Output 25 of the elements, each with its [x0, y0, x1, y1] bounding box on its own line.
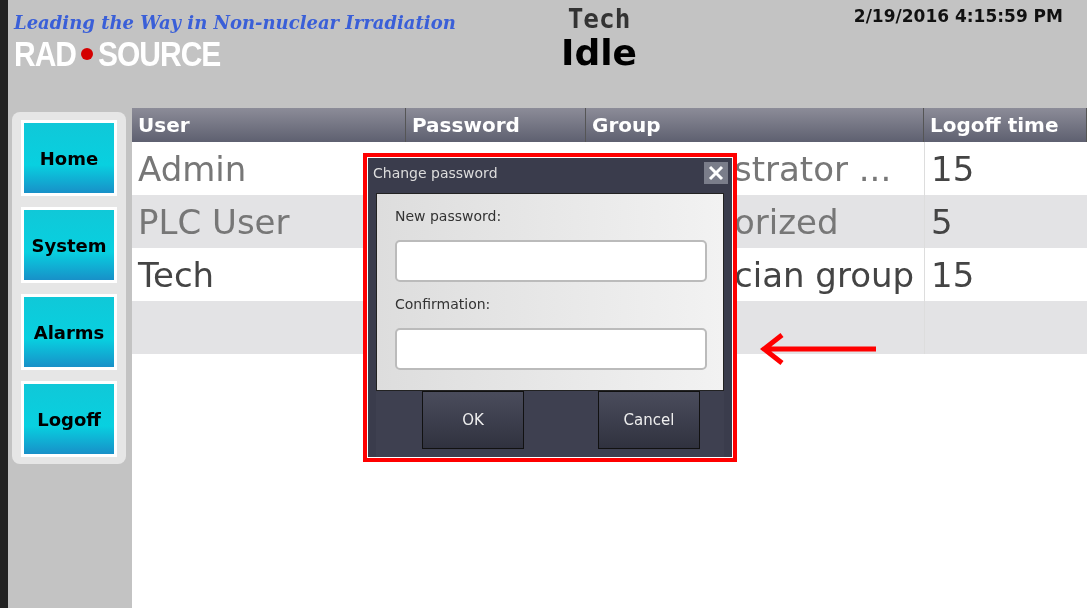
dialog-button[interactable]: Cancel: [598, 391, 700, 449]
nav-button[interactable]: Alarms: [21, 294, 117, 370]
status-text: Idle: [561, 32, 637, 73]
field-label: New password:: [395, 207, 503, 226]
field-label: Confirmation:: [395, 295, 492, 314]
close-icon[interactable]: [704, 161, 728, 184]
table-cell: PLC User: [138, 201, 290, 242]
dialog-button[interactable]: OK: [422, 391, 524, 449]
logo-dot-icon: [80, 47, 94, 61]
table-cell: orized: [734, 201, 839, 242]
nav-button[interactable]: Home: [21, 120, 117, 196]
table-cell: strator ...: [734, 148, 892, 189]
tagline: Leading the Way in Non-nuclear Irradiation: [14, 12, 457, 33]
nav-button[interactable]: Logoff: [21, 381, 117, 457]
dialog-title: Change password: [373, 164, 498, 181]
table-cell: Admin: [138, 148, 247, 189]
table-cell: Tech: [138, 254, 215, 295]
logo-text: SOURCE: [98, 34, 221, 74]
logo-text: RAD: [14, 34, 76, 74]
nav-button[interactable]: System: [21, 207, 117, 283]
password-field[interactable]: [395, 327, 707, 370]
table-cell: cian group: [734, 254, 915, 295]
password-field[interactable]: [395, 239, 707, 282]
date-time: 2/19/2016 4:15:59 PM: [853, 6, 1063, 26]
current-user: Tech: [567, 4, 631, 34]
